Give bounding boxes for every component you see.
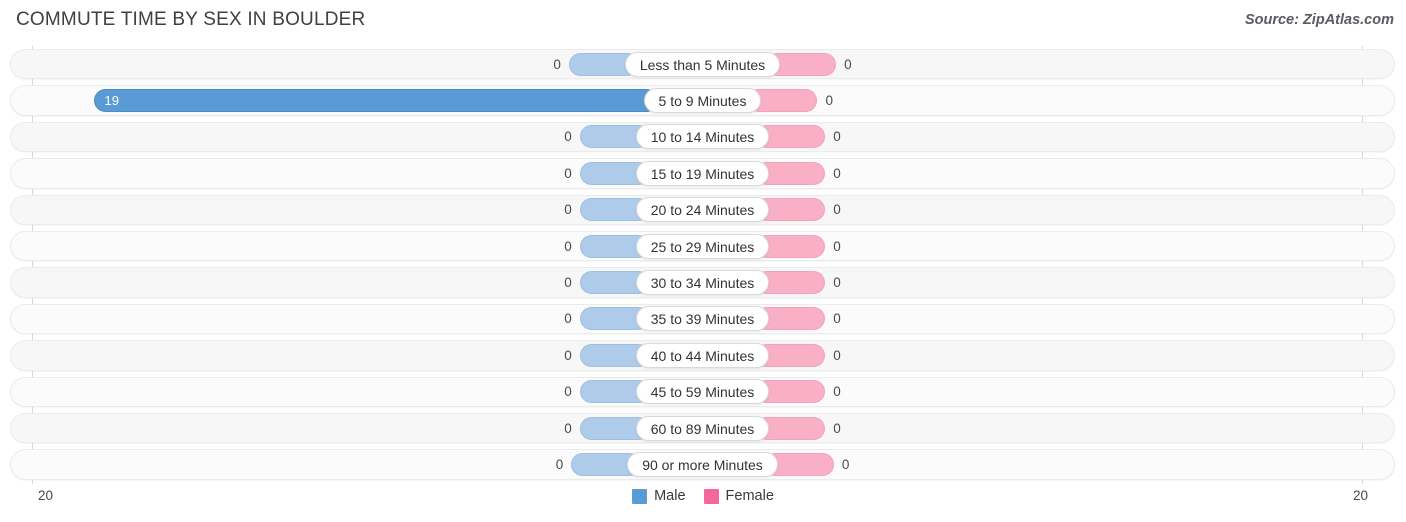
male-value-label: 0 [564, 311, 572, 327]
category-label: 45 to 59 Minutes [635, 379, 770, 405]
male-value-label: 0 [564, 384, 572, 400]
source-attribution: Source: ZipAtlas.com [1244, 12, 1394, 28]
female-value-label: 0 [825, 93, 833, 109]
legend-item-female[interactable]: Female [703, 488, 774, 504]
bar-row: 0 90 or more Minutes 0 [0, 446, 1406, 482]
category-label: 10 to 14 Minutes [635, 124, 770, 150]
female-value-label: 0 [844, 56, 852, 72]
male-value-label: 0 [564, 275, 572, 291]
female-side: 0 [755, 192, 1406, 228]
female-side: 0 [755, 410, 1406, 446]
row-content: 0 45 to 59 Minutes 0 [0, 374, 1406, 410]
female-value-label: 0 [833, 165, 841, 181]
male-bar[interactable]: 19 [93, 89, 658, 113]
category-label: 5 to 9 Minutes [643, 88, 762, 114]
male-value-label: 0 [564, 347, 572, 363]
category-label: 40 to 44 Minutes [635, 342, 770, 368]
female-side: 0 [763, 446, 1406, 482]
category-label: 60 to 89 Minutes [635, 415, 770, 441]
legend-item-male[interactable]: Male [632, 488, 686, 504]
bar-row: 0 30 to 34 Minutes 0 [0, 264, 1406, 300]
male-side: 0 [0, 337, 650, 373]
female-value-label: 0 [833, 347, 841, 363]
category-label: 15 to 19 Minutes [635, 160, 770, 186]
category-label: 35 to 39 Minutes [635, 306, 770, 332]
female-side: 0 [755, 228, 1406, 264]
category-label: 90 or more Minutes [627, 451, 778, 477]
category-label: 30 to 34 Minutes [635, 270, 770, 296]
female-value-label: 0 [833, 420, 841, 436]
female-side: 0 [755, 155, 1406, 191]
legend-swatch-female-icon [703, 488, 719, 504]
male-value-label: 0 [564, 238, 572, 254]
male-side: 0 [0, 374, 650, 410]
chart-plot-area: 0 Less than 5 Minutes 0 19 5 to 9 Minutes 0 0 1… [0, 46, 1406, 484]
female-value-label: 0 [833, 384, 841, 400]
female-value-label: 0 [833, 129, 841, 145]
bar-row: 0 15 to 19 Minutes 0 [0, 155, 1406, 191]
bar-row: 0 60 to 89 Minutes 0 [0, 410, 1406, 446]
female-value-label: 0 [833, 311, 841, 327]
male-side: 0 [0, 46, 639, 82]
female-side: 0 [755, 264, 1406, 300]
male-side: 0 [0, 119, 650, 155]
legend-swatch-male-icon [632, 488, 648, 504]
male-value-label: 0 [564, 420, 572, 436]
bar-row: 0 35 to 39 Minutes 0 [0, 301, 1406, 337]
row-content: 0 30 to 34 Minutes 0 [0, 264, 1406, 300]
female-value-label: 0 [833, 238, 841, 254]
legend-label: Male [654, 488, 686, 504]
category-label: Less than 5 Minutes [624, 51, 781, 77]
female-side: 0 [766, 46, 1406, 82]
page-title: COMMUTE TIME BY SEX IN BOULDER [16, 9, 366, 30]
female-value-label: 0 [841, 456, 850, 472]
row-content: 0 40 to 44 Minutes 0 [0, 337, 1406, 373]
row-content: 19 5 to 9 Minutes 0 [0, 82, 1406, 118]
row-content: 0 35 to 39 Minutes 0 [0, 301, 1406, 337]
row-content: 0 25 to 29 Minutes 0 [0, 228, 1406, 264]
male-side: 0 [0, 192, 650, 228]
male-bar-value: 19 [104, 93, 119, 109]
row-content: 0 15 to 19 Minutes 0 [0, 155, 1406, 191]
male-value-label: 0 [564, 129, 572, 145]
row-content: 0 Less than 5 Minutes 0 [0, 46, 1406, 82]
male-side: 0 [0, 301, 650, 337]
male-side: 0 [0, 228, 650, 264]
legend-label: Female [725, 488, 774, 504]
male-side: 0 [0, 155, 650, 191]
male-value-label: 0 [555, 456, 564, 472]
category-label: 20 to 24 Minutes [635, 197, 770, 223]
bar-row: 19 5 to 9 Minutes 0 [0, 82, 1406, 118]
female-side: 0 [747, 82, 1406, 118]
female-side: 0 [755, 374, 1406, 410]
chart-header: COMMUTE TIME BY SEX IN BOULDER Source: Z… [0, 0, 1406, 44]
female-side: 0 [755, 337, 1406, 373]
male-value-label: 0 [553, 56, 561, 72]
female-value-label: 0 [833, 202, 841, 218]
female-value-label: 0 [833, 275, 841, 291]
bar-row: 0 40 to 44 Minutes 0 [0, 337, 1406, 373]
male-side: 0 [0, 446, 642, 482]
female-side: 0 [755, 301, 1406, 337]
category-label: 25 to 29 Minutes [635, 233, 770, 259]
bar-row: 0 25 to 29 Minutes 0 [0, 228, 1406, 264]
chart-legend: Male Female [0, 488, 1406, 504]
bar-row: 0 45 to 59 Minutes 0 [0, 374, 1406, 410]
row-content: 0 60 to 89 Minutes 0 [0, 410, 1406, 446]
bar-rows: 0 Less than 5 Minutes 0 19 5 to 9 Minutes 0 0 1… [0, 46, 1406, 483]
bar-row: 0 10 to 14 Minutes 0 [0, 119, 1406, 155]
row-content: 0 20 to 24 Minutes 0 [0, 192, 1406, 228]
male-value-label: 0 [564, 165, 572, 181]
male-value-label: 0 [564, 202, 572, 218]
chart-footer: 20 20 Male Female [0, 484, 1406, 522]
male-side: 0 [0, 264, 650, 300]
row-content: 0 90 or more Minutes 0 [0, 446, 1406, 482]
male-side: 19 [0, 82, 658, 118]
row-content: 0 10 to 14 Minutes 0 [0, 119, 1406, 155]
female-side: 0 [755, 119, 1406, 155]
male-side: 0 [0, 410, 650, 446]
bar-row: 0 Less than 5 Minutes 0 [0, 46, 1406, 82]
bar-row: 0 20 to 24 Minutes 0 [0, 192, 1406, 228]
